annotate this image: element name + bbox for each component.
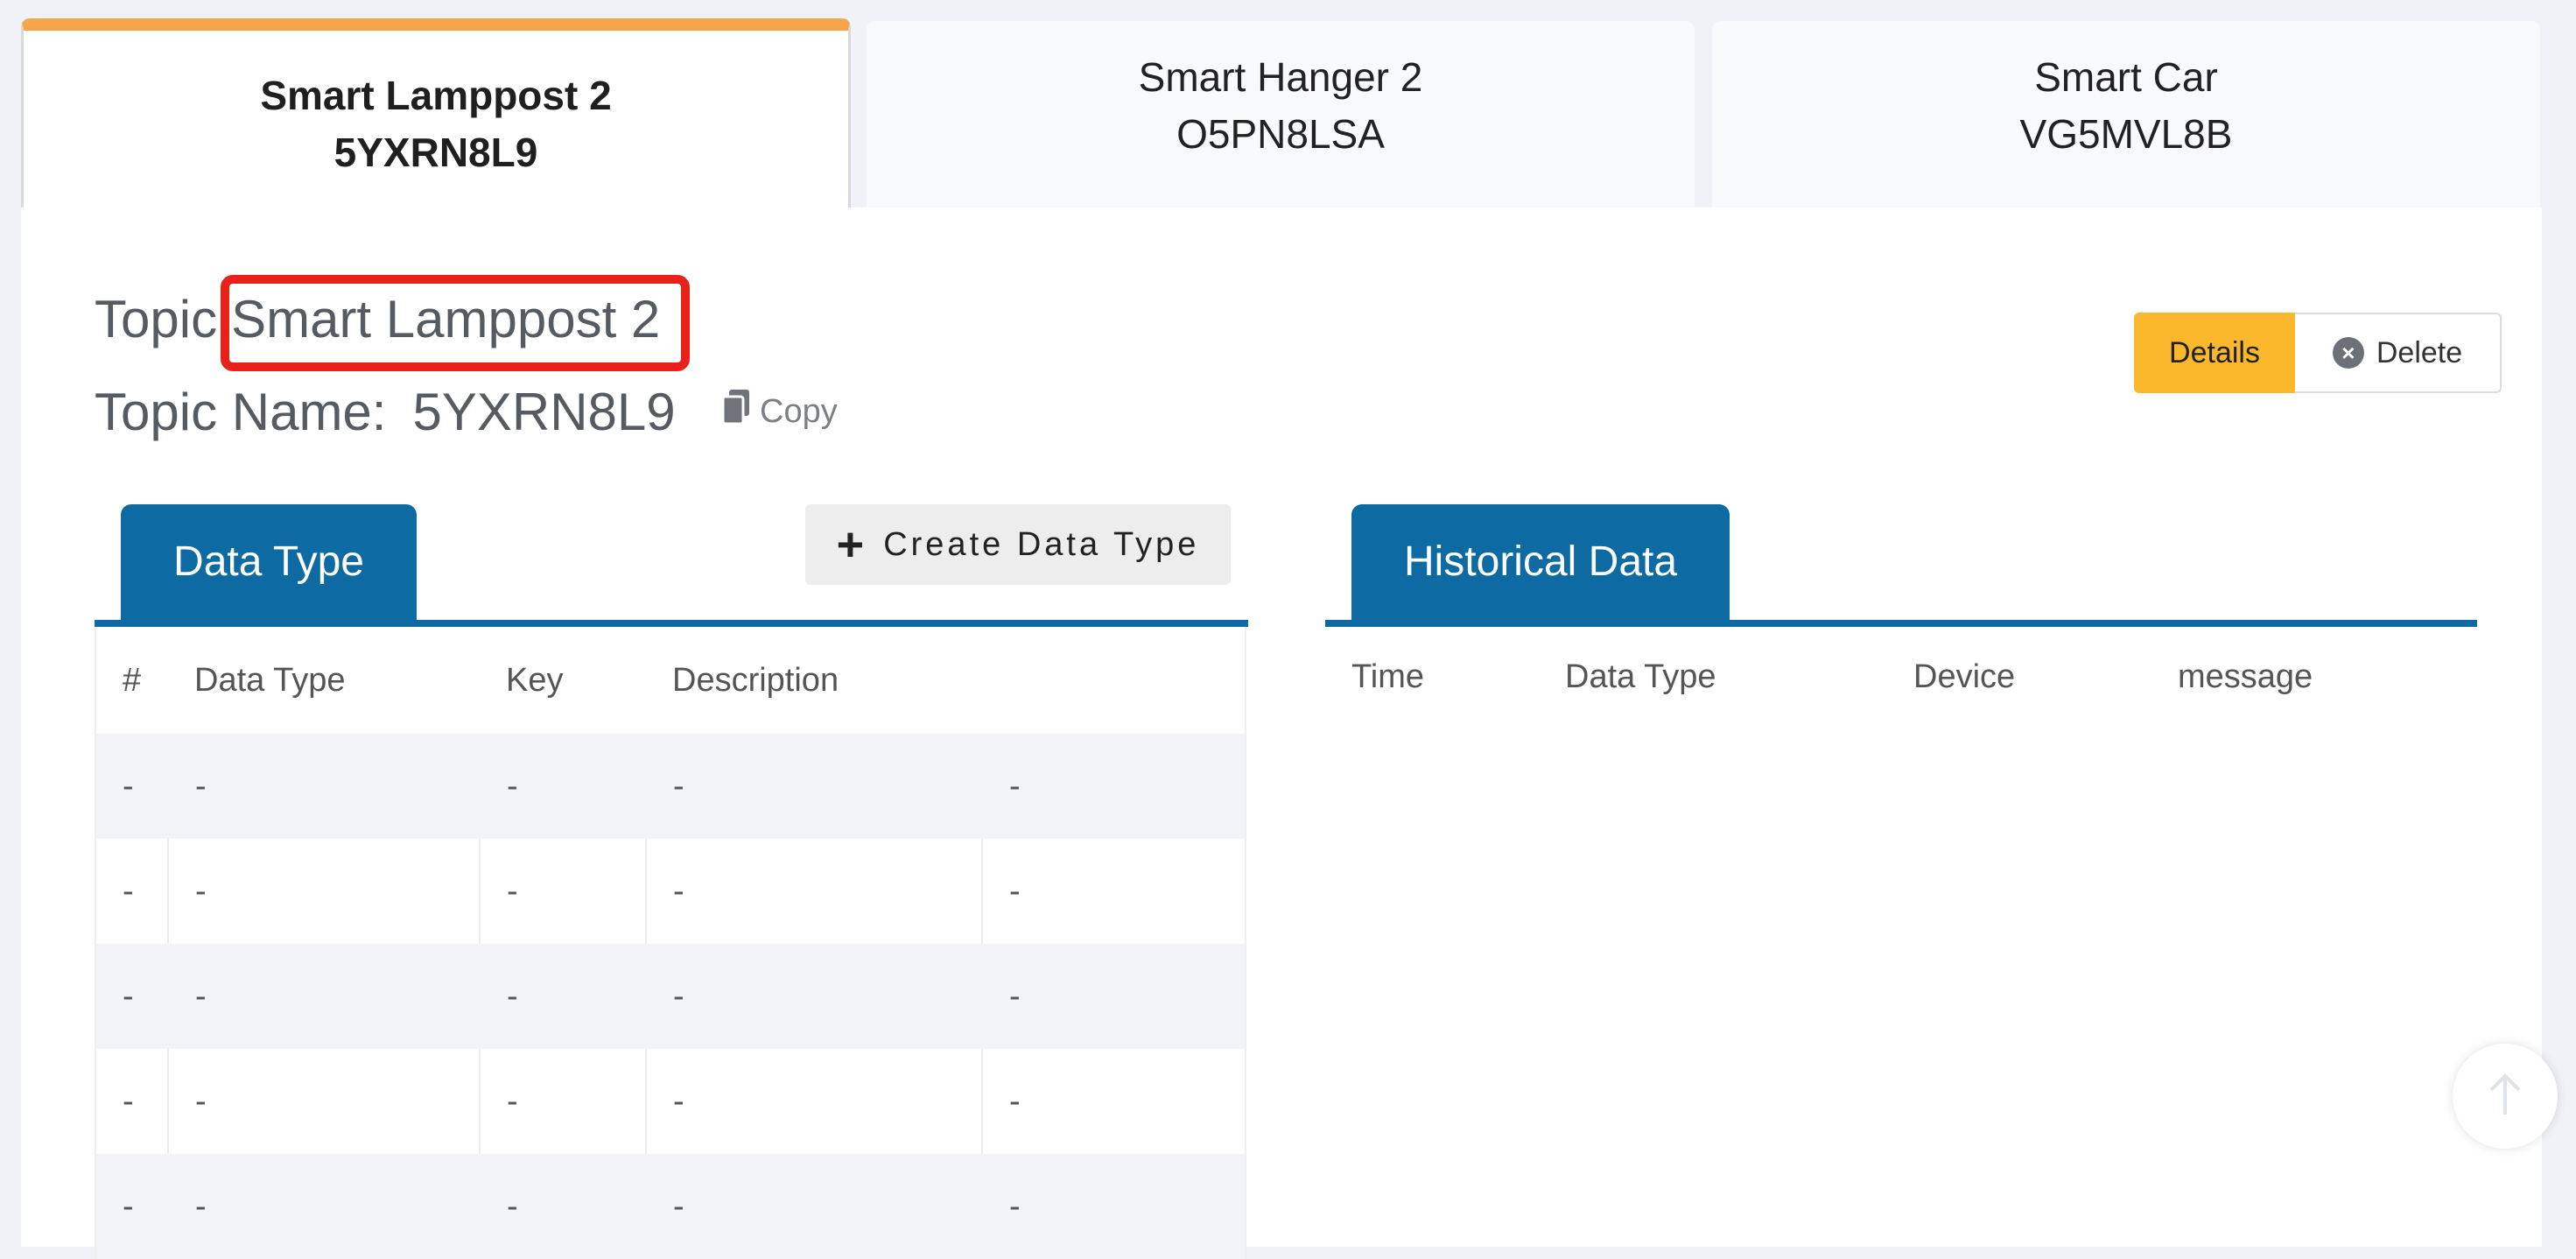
table-row: - - - - -	[96, 734, 1245, 839]
table-cell: -	[982, 1154, 1245, 1259]
device-tab-smart-lamppost-2[interactable]: Smart Lamppost 2 5YXRN8L9	[21, 18, 851, 207]
topic-name-value: 5YXRN8L9	[412, 383, 676, 441]
column-header: #	[123, 661, 142, 699]
table-cell: -	[96, 944, 169, 1049]
delete-button[interactable]: × Delete	[2295, 313, 2502, 393]
copy-icon	[721, 389, 751, 434]
device-tab-code: 5YXRN8L9	[333, 130, 538, 175]
topic-name-line: Topic Name: 5YXRN8L9	[95, 382, 676, 442]
table-cell: -	[168, 944, 481, 1049]
create-data-type-button[interactable]: + Create Data Type	[805, 504, 1231, 585]
tab-data-type[interactable]: Data Type	[121, 504, 417, 620]
table-cell: -	[982, 944, 1245, 1049]
table-row: - - - - -	[96, 944, 1245, 1049]
table-cell: -	[480, 1049, 647, 1154]
topic-label: Topic	[95, 290, 218, 348]
copy-label: Copy	[760, 392, 838, 430]
data-type-tab-rule	[95, 620, 1248, 627]
column-header: Key	[506, 661, 564, 699]
table-cell: -	[646, 1049, 983, 1154]
plus-icon: +	[836, 518, 865, 571]
table-cell: -	[646, 1154, 983, 1259]
table-row: - - - - -	[96, 1154, 1245, 1259]
scroll-to-top-button[interactable]	[2453, 1044, 2558, 1149]
table-cell: -	[96, 734, 169, 839]
table-cell: -	[480, 1154, 647, 1259]
tab-data-type-label: Data Type	[173, 538, 364, 585]
tab-historical-data-label: Historical Data	[1403, 538, 1678, 585]
device-tab-smart-hanger-2[interactable]: Smart Hanger 2 O5PN8LSA	[867, 21, 1695, 207]
table-cell: -	[480, 734, 647, 839]
table-cell: -	[168, 734, 481, 839]
table-header-row: # Data Type Key Description	[96, 627, 1245, 734]
table-cell: -	[646, 839, 983, 944]
historical-tab-rule	[1325, 620, 2477, 627]
details-button[interactable]: Details	[2134, 313, 2295, 393]
topic-value-highlight	[221, 275, 690, 371]
table-cell: -	[480, 839, 647, 944]
table-row: - - - - -	[96, 1049, 1245, 1154]
table-row: - - - - -	[96, 839, 1245, 944]
historical-column-time: Time	[1351, 658, 1425, 695]
device-tab-code: O5PN8LSA	[1176, 111, 1385, 157]
historical-column-message: message	[2178, 658, 2313, 695]
table-cell: -	[96, 839, 169, 944]
table-cell: -	[168, 1154, 481, 1259]
data-type-table: # Data Type Key Description - - - - - - …	[95, 627, 1246, 1259]
historical-column-device: Device	[1913, 658, 2016, 695]
tab-historical-data[interactable]: Historical Data	[1351, 504, 1730, 620]
topic-name-label: Topic Name:	[95, 383, 387, 441]
table-cell: -	[96, 1154, 169, 1259]
create-data-type-label: Create Data Type	[883, 525, 1200, 563]
copy-button[interactable]: Copy	[721, 389, 838, 434]
table-cell: -	[1009, 872, 1021, 910]
column-header	[982, 627, 1245, 734]
table-cell: -	[480, 944, 647, 1049]
table-cell: -	[168, 839, 481, 944]
device-tab-smart-car[interactable]: Smart Car VG5MVL8B	[1712, 21, 2540, 207]
device-tab-name: Smart Hanger 2	[1138, 54, 1423, 100]
table-cell: -	[646, 734, 983, 839]
column-header: Description	[672, 661, 839, 699]
close-circle-icon: ×	[2332, 337, 2364, 369]
delete-label: Delete	[2376, 335, 2463, 369]
column-header: Data Type	[194, 661, 346, 699]
historical-column-data-type: Data Type	[1565, 658, 1716, 695]
device-tab-name: Smart Lamppost 2	[260, 73, 612, 118]
device-tab-code: VG5MVL8B	[2019, 111, 2233, 157]
table-cell: -	[1009, 1082, 1021, 1120]
table-cell: -	[982, 734, 1245, 839]
arrow-up-icon	[2488, 1073, 2523, 1121]
device-tab-name: Smart Car	[2034, 54, 2218, 100]
table-cell: -	[646, 944, 983, 1049]
table-cell: -	[168, 1049, 481, 1154]
table-cell: -	[96, 1049, 169, 1154]
